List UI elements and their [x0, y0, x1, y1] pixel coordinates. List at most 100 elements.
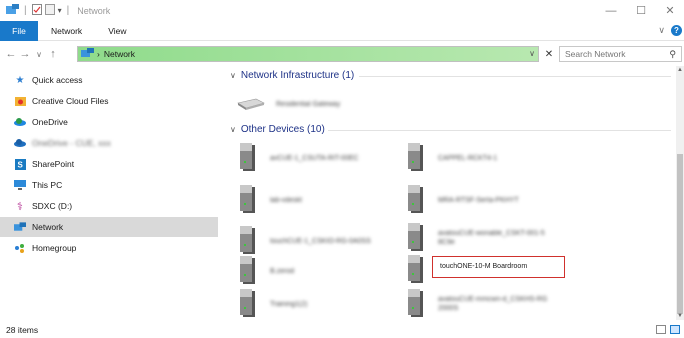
sidebar-item-onedrive[interactable]: OneDrive — [0, 112, 218, 132]
device-label: CAPPEL-RCKT4-1 — [438, 154, 498, 162]
computer-tower-icon — [406, 185, 428, 215]
sidebar-item-label: OneDrive - CUE, xxx — [32, 138, 111, 148]
device-residential-gateway[interactable]: Residential Gateway — [236, 86, 340, 122]
address-row: ← → ∨ ↑ › Network ∨ ✕ ⚲ — [0, 44, 684, 64]
group-divider — [328, 130, 671, 131]
sidebar-item-creative-cloud[interactable]: Creative Cloud Files — [0, 91, 218, 111]
group-header-network-infrastructure[interactable]: ∨ Network Infrastructure (1) — [230, 70, 354, 81]
search-box[interactable]: ⚲ — [559, 46, 682, 62]
computer-tower-icon — [406, 289, 428, 319]
group-header-other-devices[interactable]: ∨ Other Devices (10) — [230, 124, 325, 135]
device-item[interactable]: CAPPEL-RCKT4-1 — [406, 140, 497, 176]
device-label: touchCUE-1_CSKIO-RG-0A0SS — [270, 237, 371, 245]
device-item[interactable]: lab-vdeskt — [238, 182, 302, 218]
sidebar-item-sharepoint[interactable]: S SharePoint — [0, 154, 218, 174]
toolbar-separator: | — [66, 5, 70, 16]
sidebar-item-this-pc[interactable]: This PC — [0, 175, 218, 195]
close-button[interactable]: ✕ — [656, 0, 684, 21]
sd-card-icon: ⚕ — [17, 200, 23, 213]
navigation-pane: ★ Quick access Creative Cloud Files OneD… — [0, 66, 224, 320]
device-label: avatouCUE-wonable_CSKT-001-5 8C9e — [438, 230, 545, 246]
back-arrow-icon[interactable]: ← — [4, 48, 18, 60]
clear-address-close-icon[interactable]: ✕ — [542, 46, 556, 62]
star-icon: ★ — [15, 74, 25, 86]
group-divider — [359, 76, 671, 77]
sidebar-item-label: SDXC (D:) — [32, 201, 73, 211]
onedrive-icon — [14, 116, 26, 128]
network-location-icon — [81, 48, 94, 60]
sidebar-item-label: Network — [32, 222, 64, 232]
address-dropdown-chevron-icon[interactable]: ∨ — [529, 49, 535, 58]
tab-network[interactable]: Network — [38, 26, 95, 36]
item-count: 28 items — [6, 325, 39, 335]
recent-locations-chevron-icon[interactable]: ∨ — [32, 50, 46, 59]
network-icon — [14, 221, 26, 233]
breadcrumb-network[interactable]: Network — [104, 49, 135, 59]
breadcrumb-separator[interactable]: › — [97, 49, 100, 59]
new-folder-icon[interactable] — [44, 4, 55, 17]
sharepoint-icon: S — [14, 158, 26, 170]
sidebar-item-label: Homegroup — [32, 243, 77, 253]
window-title: Network — [77, 5, 111, 16]
content-pane: ∨ Network Infrastructure (1) Residential… — [224, 66, 676, 320]
title-bar: | ▾ | Network — ☐ ✕ — [0, 0, 684, 21]
sidebar-item-onedrive-business[interactable]: OneDrive - CUE, xxx — [0, 133, 218, 153]
sidebar-item-label: Quick access — [32, 75, 83, 85]
device-item[interactable]: avatouCUE-mmcwn-d_CSKHS-RG 2000S — [406, 286, 548, 322]
computer-tower-icon — [238, 289, 260, 319]
vertical-scrollbar[interactable]: ▲ ▼ — [676, 66, 684, 320]
large-icons-view-icon[interactable] — [670, 325, 680, 334]
properties-icon[interactable] — [31, 4, 42, 17]
device-label: Training1(2) — [270, 300, 308, 308]
minimize-button[interactable]: — — [596, 0, 626, 21]
this-pc-icon — [14, 179, 26, 191]
sidebar-item-label: OneDrive — [32, 117, 68, 127]
device-label: lab-vdeskt — [270, 196, 302, 204]
device-item[interactable]: Training1(2) — [238, 286, 307, 322]
collapse-chevron-icon[interactable]: ∨ — [230, 71, 236, 80]
expand-ribbon-chevron-icon[interactable]: ∨ — [658, 25, 665, 36]
device-label: B.zerod — [270, 267, 295, 275]
forward-arrow-icon[interactable]: → — [18, 48, 32, 60]
sidebar-item-label: Creative Cloud Files — [32, 96, 109, 106]
customize-toolbar-chevron-icon[interactable]: ▾ — [58, 6, 62, 15]
scroll-up-arrow-icon[interactable]: ▲ — [676, 67, 684, 73]
search-icon[interactable]: ⚲ — [669, 49, 676, 60]
quick-access-toolbar: | ▾ | Network — [0, 4, 110, 17]
computer-tower-icon — [406, 223, 428, 253]
search-input[interactable] — [565, 49, 660, 59]
device-item[interactable]: avCUE-1_CSUTA-RIT-00EC — [238, 140, 359, 176]
creative-cloud-icon — [14, 95, 26, 107]
collapse-chevron-icon[interactable]: ∨ — [230, 125, 236, 134]
details-view-icon[interactable] — [656, 325, 666, 334]
sidebar-item-network[interactable]: Network — [0, 217, 218, 237]
device-item[interactable]: avatouCUE-wonable_CSKT-001-5 8C9e — [406, 220, 548, 256]
svg-text:S: S — [17, 160, 23, 169]
tab-view[interactable]: View — [95, 26, 139, 36]
device-label: avCUE-1_CSUTA-RIT-00EC — [270, 154, 359, 162]
help-icon[interactable]: ? — [671, 25, 682, 36]
address-bar[interactable]: › Network ∨ — [77, 46, 539, 62]
device-label: MRA-RTSF-Serta-PKHYT — [438, 196, 519, 204]
sidebar-item-label: SharePoint — [32, 159, 75, 169]
sidebar-item-homegroup[interactable]: Homegroup — [0, 238, 218, 258]
ribbon-tabs: File Network View ∨ ? — [0, 20, 684, 41]
toolbar-separator: | — [24, 5, 27, 16]
sidebar-item-quick-access[interactable]: ★ Quick access — [0, 70, 218, 90]
sidebar-item-sdxc[interactable]: ⚕ SDXC (D:) — [0, 196, 218, 216]
device-label-touchone-boardroom[interactable]: touchONE-10-M Boardroom — [440, 263, 527, 270]
homegroup-icon — [14, 242, 26, 254]
device-item[interactable]: B.zerod — [238, 253, 294, 289]
tab-file[interactable]: File — [0, 20, 38, 41]
computer-tower-icon — [238, 226, 260, 256]
scroll-down-arrow-icon[interactable]: ▼ — [676, 313, 684, 319]
status-bar: 28 items — [0, 322, 684, 338]
ribbon-right: ∨ ? — [658, 25, 682, 36]
scrollbar-thumb[interactable] — [677, 154, 683, 314]
maximize-button[interactable]: ☐ — [626, 0, 656, 21]
network-folder-icon[interactable] — [6, 4, 19, 17]
view-switcher — [656, 325, 680, 334]
up-arrow-icon[interactable]: ↑ — [46, 48, 60, 60]
computer-tower-icon — [238, 185, 260, 215]
device-item[interactable]: MRA-RTSF-Serta-PKHYT — [406, 182, 519, 218]
